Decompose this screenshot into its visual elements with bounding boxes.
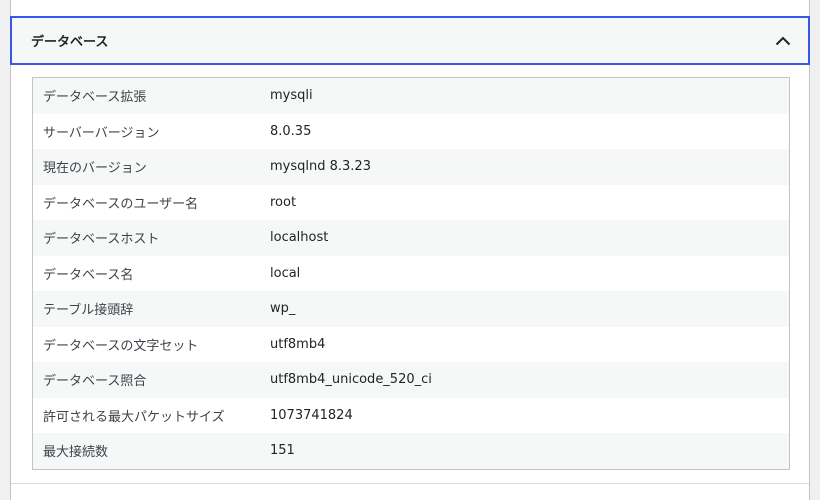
next-section-divider xyxy=(11,483,809,484)
chevron-up-icon[interactable] xyxy=(774,32,792,50)
table-row: データベース照合 utf8mb4_unicode_520_ci xyxy=(33,362,789,398)
row-key: テーブル接頭辞 xyxy=(43,303,134,319)
row-value: wp_ xyxy=(270,301,296,317)
database-section-toggle[interactable]: データベース xyxy=(10,16,810,65)
row-value: 1073741824 xyxy=(270,407,353,423)
section-title: データベース xyxy=(31,35,109,50)
table-row: データベース名 local xyxy=(33,255,789,291)
table-row: データベースホスト localhost xyxy=(33,220,789,256)
row-value: mysqli xyxy=(270,88,313,104)
row-value: 8.0.35 xyxy=(270,123,312,139)
table-row: データベース拡張 mysqli xyxy=(33,78,789,114)
row-key: データベースホスト xyxy=(43,232,160,248)
row-key: データベースのユーザー名 xyxy=(43,196,199,212)
database-info-table: データベース拡張 mysqli サーバーバージョン 8.0.35 現在のバージョン mys… xyxy=(32,77,790,470)
row-key: 許可される最大パケットサイズ xyxy=(43,409,225,425)
row-key: データベース拡張 xyxy=(43,90,147,106)
database-accordion-panel: データベース データベース拡張 mysqli サーバーバージョン 8.0.35 現在のバ… xyxy=(10,16,810,500)
table-row: データベースの文字セット utf8mb4 xyxy=(33,326,789,362)
row-key: 最大接続数 xyxy=(43,445,109,461)
previous-section-edge xyxy=(10,0,810,16)
row-value: mysqlnd 8.3.23 xyxy=(270,159,371,175)
row-value: utf8mb4_unicode_520_ci xyxy=(270,372,432,388)
row-value: root xyxy=(270,194,297,210)
table-row: サーバーバージョン 8.0.35 xyxy=(33,113,789,149)
row-key: サーバーバージョン xyxy=(43,125,160,141)
row-key: 現在のバージョン xyxy=(43,161,147,177)
row-value: local xyxy=(270,265,301,281)
row-value: localhost xyxy=(270,230,329,246)
table-row: データベースのユーザー名 root xyxy=(33,184,789,220)
table-row: 許可される最大パケットサイズ 1073741824 xyxy=(33,397,789,433)
table-row: 現在のバージョン mysqlnd 8.3.23 xyxy=(33,149,789,185)
table-row: テーブル接頭辞 wp_ xyxy=(33,291,789,327)
row-key: データベースの文字セット xyxy=(43,338,199,354)
row-key: データベース照合 xyxy=(43,374,147,390)
row-value: utf8mb4 xyxy=(270,336,326,352)
row-key: データベース名 xyxy=(43,267,134,283)
table-row: 最大接続数 151 xyxy=(33,433,789,469)
row-value: 151 xyxy=(270,443,295,459)
